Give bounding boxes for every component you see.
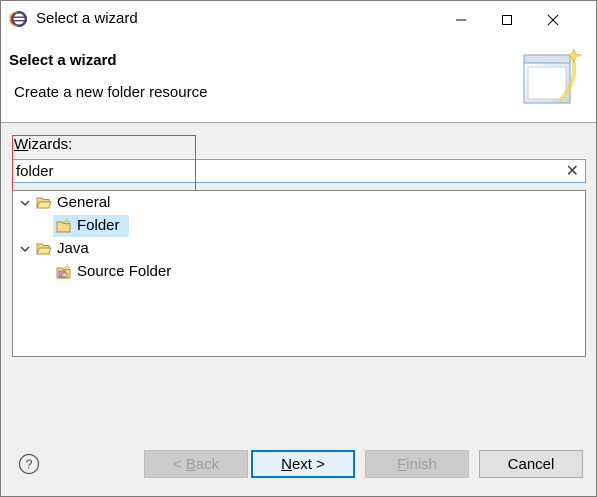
back-button-mnemonic: B	[185, 455, 196, 473]
wizard-banner: Select a wizard Create a new folder reso…	[1, 39, 596, 123]
wizard-filter-input[interactable]	[16, 161, 556, 181]
tree-item-java[interactable]: Java	[13, 239, 213, 259]
next-button-rest: ext >	[291, 455, 325, 473]
minimize-button[interactable]	[438, 1, 484, 39]
back-button[interactable]: < Back	[144, 450, 248, 478]
help-icon-glyph: ?	[25, 457, 32, 472]
tree-item-general[interactable]: General	[13, 193, 213, 213]
wizard-dialog: Select a wizard Select a wizard Create a…	[0, 0, 597, 497]
close-icon	[547, 14, 559, 26]
banner-description: Create a new folder resource	[14, 84, 208, 101]
chevron-down-icon[interactable]	[19, 243, 31, 255]
open-folder-icon	[36, 243, 52, 255]
window-title: Select a wizard	[36, 10, 138, 27]
tree-item-folder[interactable]: Folder	[13, 216, 213, 236]
wizards-label: Wizards:	[14, 136, 72, 153]
wizard-tree[interactable]: General Folder Java Source Folder	[12, 190, 586, 357]
finish-button-rest: inish	[406, 455, 438, 473]
next-button[interactable]: Next >	[251, 450, 355, 478]
tree-item-label: Java	[57, 240, 89, 257]
clear-filter-icon[interactable]: ✕	[566, 161, 579, 180]
next-button-mnemonic: N	[281, 455, 292, 473]
maximize-button[interactable]	[484, 1, 530, 39]
new-folder-icon	[56, 218, 72, 233]
wizards-label-rest: izards:	[28, 136, 73, 153]
finish-button[interactable]: Finish	[365, 450, 469, 478]
open-folder-icon	[36, 197, 52, 209]
close-button[interactable]	[530, 1, 576, 39]
wizard-filter-field: ✕	[12, 159, 586, 183]
minimize-icon	[456, 19, 466, 21]
tree-item-label: Folder	[77, 217, 120, 234]
source-folder-icon	[56, 264, 72, 279]
cancel-button[interactable]: Cancel	[479, 450, 583, 478]
chevron-down-icon[interactable]	[19, 197, 31, 209]
maximize-icon	[502, 15, 512, 25]
wizard-banner-icon	[523, 48, 582, 104]
tree-item-label: Source Folder	[77, 263, 172, 280]
back-button-rest: ack	[195, 455, 220, 473]
banner-title: Select a wizard	[9, 52, 117, 69]
eclipse-app-icon	[9, 11, 27, 27]
wizards-label-mnemonic: W	[14, 136, 29, 153]
tree-item-source-folder[interactable]: Source Folder	[13, 262, 233, 282]
back-button-prefix: <	[172, 455, 186, 473]
title-bar: Select a wizard	[1, 1, 596, 39]
finish-button-mnemonic: F	[396, 455, 407, 473]
help-icon[interactable]: ?	[18, 453, 40, 475]
tree-item-label: General	[57, 194, 111, 211]
